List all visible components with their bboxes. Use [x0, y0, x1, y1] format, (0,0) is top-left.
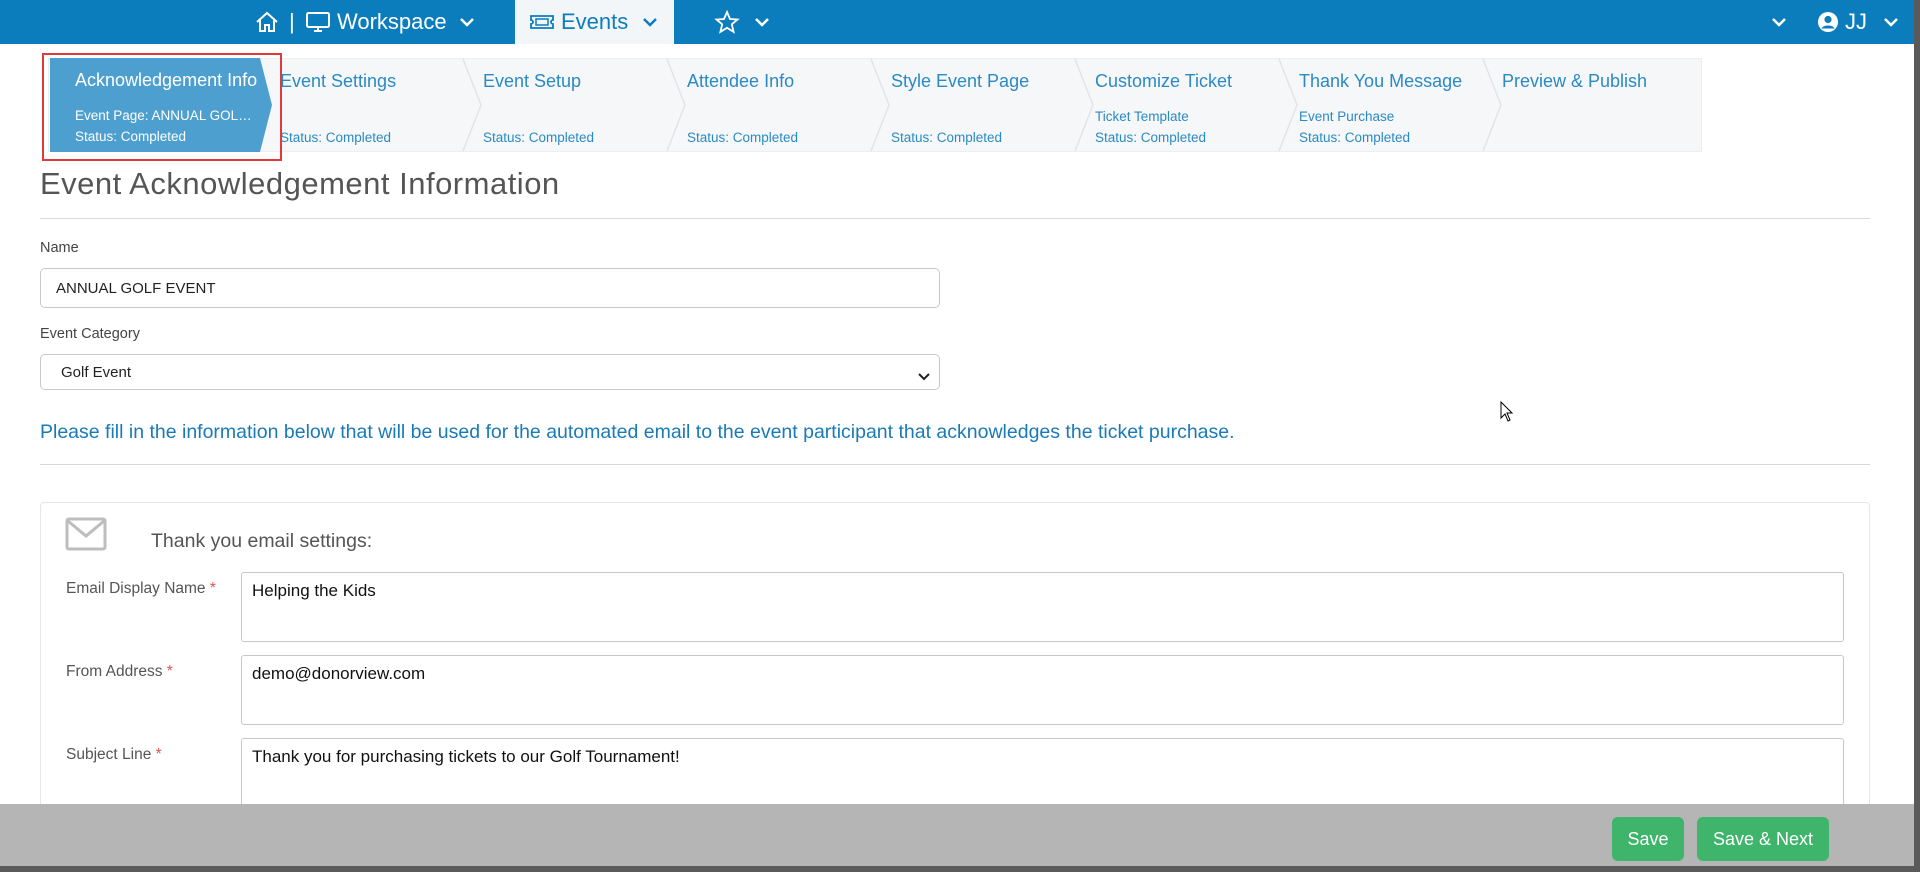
category-value: Golf Event — [61, 363, 132, 381]
name-label: Name — [40, 240, 79, 256]
display-name-value: Helping the Kids — [252, 581, 376, 600]
user-avatar-icon — [1817, 11, 1839, 33]
display-name-field[interactable]: Helping the Kids — [241, 572, 1844, 642]
chevron-down-icon — [917, 369, 931, 386]
step-status: Status: Completed — [75, 129, 187, 144]
from-address-value: demo@donorview.com — [252, 664, 426, 683]
monitor-icon — [305, 10, 331, 34]
events-label: Events — [561, 9, 629, 34]
chevron-down-icon — [642, 16, 658, 28]
mouse-cursor-icon — [1500, 400, 1514, 428]
required-marker: * — [166, 663, 173, 680]
workspace-label: Workspace — [337, 9, 447, 34]
user-menu[interactable]: JJ — [1817, 0, 1899, 44]
step-dividers — [462, 59, 1502, 151]
subject-line-label: Subject Line * — [66, 746, 162, 764]
subject-line-field[interactable]: Thank you for purchasing tickets to our … — [241, 738, 1844, 808]
top-navigation-bar: | Workspace Events JJ — [0, 0, 1914, 44]
from-address-label-text: From Address — [66, 663, 163, 680]
events-menu[interactable]: Events — [515, 0, 675, 44]
from-address-label: From Address * — [66, 663, 173, 681]
nav-separator: | — [289, 9, 295, 34]
email-settings-title: Thank you email settings: — [151, 530, 373, 552]
name-input[interactable]: ANNUAL GOLF EVENT — [40, 268, 940, 308]
more-menu[interactable] — [1771, 0, 1787, 44]
ticket-icon — [529, 12, 555, 32]
favorites-menu[interactable] — [714, 0, 770, 44]
from-address-field[interactable]: demo@donorview.com — [241, 655, 1844, 725]
home-button[interactable] — [254, 0, 280, 44]
required-marker: * — [155, 746, 162, 763]
subject-line-label-text: Subject Line — [66, 746, 152, 763]
wizard-steps: Event Settings Status: Completed Event S… — [48, 58, 1702, 152]
page-title: Event Acknowledgement Information — [40, 166, 560, 201]
subject-line-value: Thank you for purchasing tickets to our … — [252, 747, 680, 766]
display-name-label: Email Display Name * — [66, 580, 216, 598]
display-name-label-text: Email Display Name — [66, 580, 206, 597]
instructions-text: Please fill in the information below tha… — [40, 421, 1235, 443]
active-step-arrow — [256, 58, 272, 152]
save-button[interactable]: Save — [1612, 817, 1684, 861]
divider — [40, 218, 1870, 219]
category-label: Event Category — [40, 326, 140, 342]
step-subtitle: Event Page: ANNUAL GOLF EVENT — [75, 108, 255, 123]
workspace-menu[interactable]: Workspace — [305, 0, 475, 44]
chevron-down-icon — [754, 16, 770, 28]
chevron-down-icon — [1771, 16, 1787, 28]
home-icon — [254, 10, 280, 34]
category-select[interactable]: Golf Event — [40, 354, 940, 390]
chevron-down-icon — [1883, 16, 1899, 28]
divider — [40, 464, 1870, 465]
required-marker: * — [209, 580, 216, 597]
chevron-down-icon — [459, 16, 475, 28]
envelope-icon — [65, 517, 107, 556]
user-initials: JJ — [1845, 9, 1867, 34]
app-window: | Workspace Events JJ Event Settings Sta… — [0, 0, 1914, 866]
step-title: Acknowledgement Info — [75, 70, 258, 90]
name-value: ANNUAL GOLF EVENT — [56, 279, 216, 297]
save-and-next-button[interactable]: Save & Next — [1697, 817, 1829, 861]
star-icon — [714, 10, 740, 34]
